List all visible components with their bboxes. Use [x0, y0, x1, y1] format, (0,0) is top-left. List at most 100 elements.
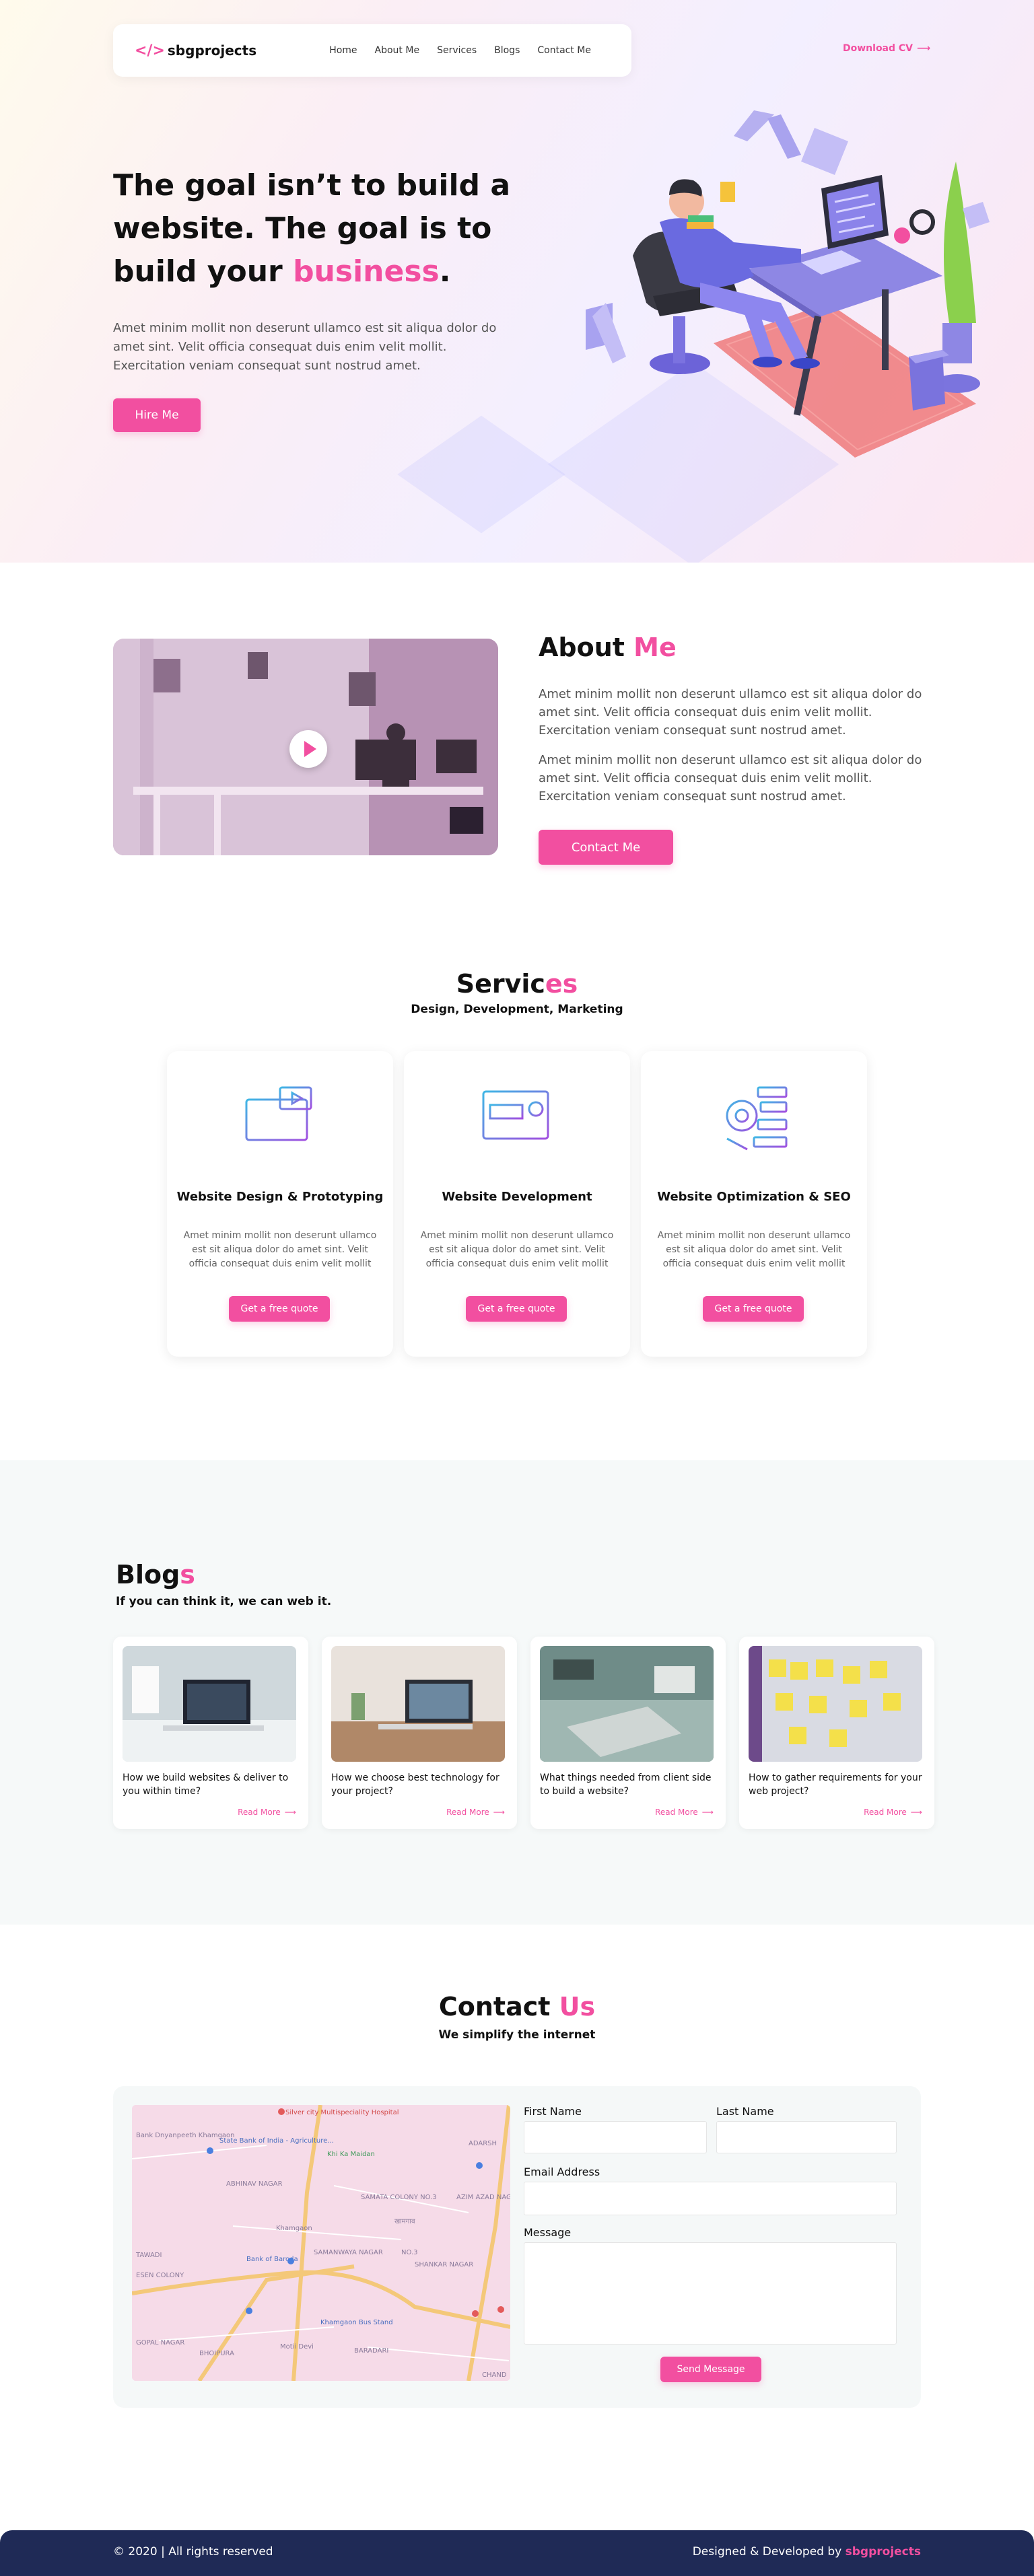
svg-text:BARADARI: BARADARI [354, 2347, 388, 2355]
about-paragraph-1: Amet minim mollit non deserunt ullamco e… [539, 687, 922, 738]
read-more-link[interactable]: Read More ⟶ [446, 1808, 505, 1817]
credit-text: Designed & Developed by sbgprojects [692, 2545, 921, 2559]
send-message-button[interactable]: Send Message [660, 2357, 761, 2382]
svg-text:Silver city Multispeciality Ho: Silver city Multispeciality Hospital [285, 2109, 399, 2116]
blogs-section: Blogs If you can think it, we can web it… [0, 1460, 1034, 1925]
nav-link-home[interactable]: Home [329, 45, 357, 56]
read-more-link[interactable]: Read More ⟶ [864, 1808, 922, 1817]
arrow-right-icon: ⟶ [284, 1808, 296, 1817]
blog-card[interactable]: How we choose best technology for your p… [322, 1637, 517, 1829]
svg-text:ADARSH: ADARSH [469, 2140, 497, 2147]
web-development-icon [482, 1090, 549, 1153]
blog-cards: How we build websites & deliver to you w… [113, 1637, 934, 1829]
about-paragraph-2: Amet minim mollit non deserunt ullamco e… [539, 753, 922, 803]
contact-section: Contact Us We simplify the internet Silv… [0, 1925, 1034, 2530]
contact-form-container: Silver city Multispeciality Hospital Sta… [113, 2086, 921, 2408]
read-more-link[interactable]: Read More ⟶ [238, 1808, 296, 1817]
svg-text:NO.3: NO.3 [401, 2249, 418, 2256]
service-description: Amet minim mollit non deserunt ullamco e… [657, 1230, 851, 1269]
blog-title: How we build websites & deliver to you w… [123, 1773, 289, 1797]
copyright-text: © 2020 | All rights reserved [113, 2545, 273, 2559]
email-input[interactable] [524, 2182, 897, 2215]
map-canvas: Silver city Multispeciality Hospital Sta… [132, 2105, 510, 2381]
about-section: About Me Amet minim mollit non deserunt … [0, 563, 1034, 926]
navbar: </> sbgprojects Home About Me Services B… [113, 24, 631, 77]
optimization-seo-icon [726, 1086, 788, 1151]
nav-links: Home About Me Services Blogs Contact Me [329, 45, 591, 56]
svg-text:State Bank of India - Agricult: State Bank of India - Agriculture... [219, 2137, 334, 2145]
hero-description: Amet minim mollit non deserunt ullamco e… [113, 321, 497, 373]
message-textarea[interactable] [524, 2242, 897, 2345]
last-name-input[interactable] [716, 2121, 897, 2153]
location-map[interactable]: Silver city Multispeciality Hospital Sta… [132, 2105, 510, 2381]
download-cv-label: Download CV [843, 43, 914, 54]
first-name-label: First Name [524, 2105, 582, 2118]
svg-text:Motii Devi: Motii Devi [280, 2343, 314, 2351]
services-title: Services [456, 969, 578, 999]
contact-subtitle: We simplify the internet [438, 2028, 596, 2042]
blog-card[interactable]: How to gather requirements for your web … [739, 1637, 934, 1829]
blogs-title: Blogs [116, 1560, 195, 1589]
service-card: Website Design & Prototyping Amet minim … [167, 1051, 393, 1357]
service-card: Website Optimization & SEO Amet minim mo… [641, 1051, 867, 1357]
services-section: Services Design, Development, Marketing … [0, 926, 1034, 1460]
service-card: Website Development Amet minim mollit no… [404, 1051, 630, 1357]
arrow-right-icon: ⟶ [701, 1808, 714, 1817]
service-description: Amet minim mollit non deserunt ullamco e… [183, 1230, 377, 1269]
logo-text: sbgprojects [167, 42, 257, 59]
design-prototyping-icon [245, 1086, 312, 1153]
service-title: Website Development [442, 1190, 592, 1204]
footer: © 2020 | All rights reserved Designed & … [0, 2530, 1034, 2576]
play-icon [304, 741, 316, 757]
svg-text:Khi Ka Maidan: Khi Ka Maidan [327, 2151, 375, 2158]
svg-text:SHANKAR NAGAR: SHANKAR NAGAR [415, 2261, 473, 2268]
nav-link-blogs[interactable]: Blogs [494, 45, 520, 56]
download-cv-link[interactable]: Download CV ⟶ [843, 43, 930, 54]
blog-title: How to gather requirements for your web … [749, 1773, 922, 1797]
blog-card[interactable]: How we build websites & deliver to you w… [113, 1637, 308, 1829]
hero-section: </> sbgprojects Home About Me Services B… [0, 0, 1034, 563]
get-quote-button[interactable]: Get a free quote [703, 1296, 804, 1322]
arrow-right-icon: ⟶ [910, 1808, 922, 1817]
last-name-label: Last Name [716, 2105, 774, 2118]
play-button[interactable] [289, 730, 327, 768]
credit-brand-link[interactable]: sbgprojects [846, 2545, 921, 2559]
service-title: Website Design & Prototyping [176, 1190, 384, 1204]
svg-text:Khamgaon: Khamgaon [276, 2225, 312, 2232]
blog-card[interactable]: What things needed from client side to b… [530, 1637, 726, 1829]
hire-me-button[interactable]: Hire Me [113, 398, 201, 432]
first-name-input[interactable] [524, 2121, 707, 2153]
arrow-right-icon: ⟶ [917, 43, 931, 54]
blog-image [123, 1646, 296, 1762]
svg-text:ESEN COLONY: ESEN COLONY [136, 2272, 184, 2279]
nav-link-about[interactable]: About Me [375, 45, 420, 56]
svg-text:SAMATA COLONY NO.3: SAMATA COLONY NO.3 [361, 2194, 437, 2201]
read-more-link[interactable]: Read More ⟶ [655, 1808, 714, 1817]
contact-title: Contact Us [438, 1992, 596, 2022]
svg-text:SAMANWAYA NAGAR: SAMANWAYA NAGAR [314, 2249, 383, 2256]
svg-text:Khamgaon Bus Stand: Khamgaon Bus Stand [320, 2319, 393, 2326]
blogs-subtitle: If you can think it, we can web it. [116, 1595, 332, 1608]
blog-title: What things needed from client side to b… [540, 1773, 712, 1797]
get-quote-button[interactable]: Get a free quote [229, 1296, 330, 1322]
contact-me-button[interactable]: Contact Me [539, 830, 673, 865]
svg-text:AZIM AZAD NAGAR: AZIM AZAD NAGAR [456, 2194, 510, 2201]
svg-text:BHOIPURA: BHOIPURA [199, 2350, 234, 2357]
logo[interactable]: </> sbgprojects [135, 42, 256, 59]
about-video-thumbnail[interactable] [113, 639, 498, 855]
nav-link-services[interactable]: Services [437, 45, 477, 56]
blog-image [749, 1646, 922, 1762]
services-subtitle: Design, Development, Marketing [411, 1003, 623, 1016]
svg-text:ABHINAV NAGAR: ABHINAV NAGAR [226, 2180, 283, 2188]
arrow-right-icon: ⟶ [493, 1808, 505, 1817]
email-label: Email Address [524, 2166, 600, 2178]
blog-title: How we choose best technology for your p… [331, 1773, 499, 1797]
hero-title: The goal isn’t to build a website. The g… [113, 168, 511, 289]
code-bracket-icon: </> [135, 42, 165, 59]
nav-link-contact[interactable]: Contact Me [537, 45, 591, 56]
get-quote-button[interactable]: Get a free quote [466, 1296, 567, 1322]
svg-text:GOPAL NAGAR: GOPAL NAGAR [136, 2339, 184, 2347]
service-description: Amet minim mollit non deserunt ullamco e… [420, 1230, 614, 1269]
svg-text:CHAND: CHAND [482, 2371, 507, 2379]
service-title: Website Optimization & SEO [657, 1190, 851, 1204]
